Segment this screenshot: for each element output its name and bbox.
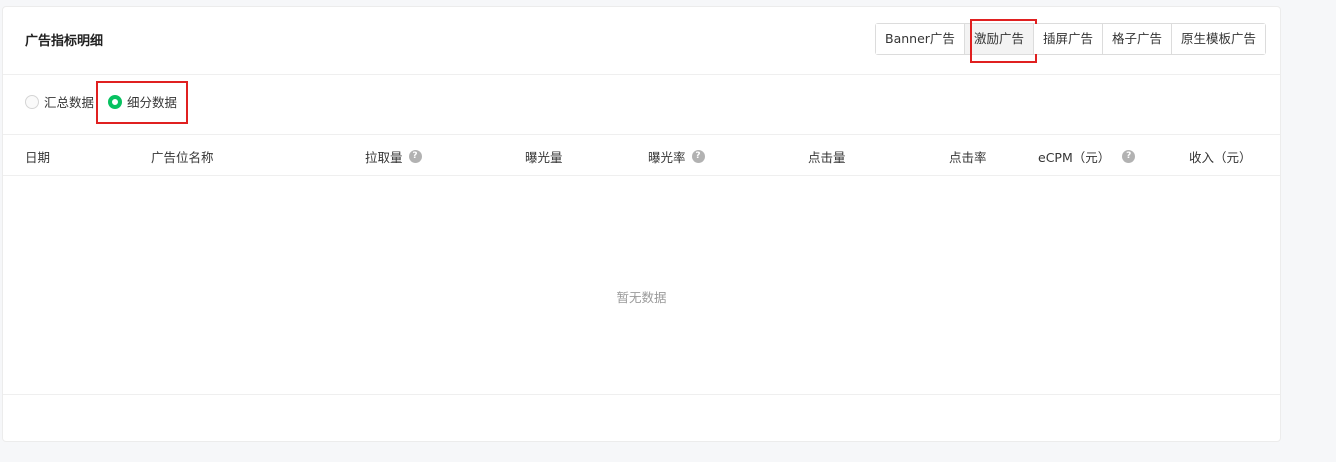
radio-detailed-label: 细分数据 [127,95,178,110]
ad-type-tabs: Banner广告 激励广告 插屏广告 格子广告 原生模板广告 [875,19,1266,63]
radio-unchecked-icon[interactable] [25,94,39,109]
table-footer-divider [3,394,1280,395]
column-date[interactable]: 日期 [25,147,50,166]
column-requests[interactable]: 拉取量 ? [365,147,422,166]
radio-summary-data[interactable]: 汇总数据 [25,92,94,111]
column-revenue-label: 收入（元） [1189,150,1252,165]
tab-interstitial-ad[interactable]: 插屏广告 [1032,24,1102,54]
radio-summary-label: 汇总数据 [44,95,95,110]
radio-checked-icon[interactable] [108,94,123,109]
column-impressions[interactable]: 曝光量 [525,147,563,166]
column-ad-unit-name[interactable]: 广告位名称 [151,147,214,166]
tab-banner-ad[interactable]: Banner广告 [876,24,964,54]
column-impressions-label: 曝光量 [525,150,563,165]
column-click-rate-label: 点击率 [949,150,987,165]
column-ad-unit-name-label: 广告位名称 [151,150,214,165]
column-clicks[interactable]: 点击量 [808,147,846,166]
column-impression-rate-label: 曝光率 [648,150,686,165]
table-empty-state: 暂无数据 [616,290,667,305]
column-click-rate[interactable]: 点击率 [949,147,987,166]
panel-header: 广告指标明细 Banner广告 激励广告 插屏广告 格子广告 原生模板广告 [3,7,1280,75]
column-revenue[interactable]: 收入（元） [1189,147,1252,166]
question-circle-icon[interactable]: ? [1122,150,1136,163]
column-date-label: 日期 [25,150,51,165]
column-clicks-label: 点击量 [808,150,846,165]
tab-grid-ad[interactable]: 格子广告 [1101,24,1171,54]
radio-detailed-data[interactable]: 细分数据 [96,81,189,124]
question-circle-icon[interactable]: ? [691,150,705,163]
column-ecpm[interactable]: eCPM（元） ? [1038,147,1136,166]
column-ecpm-label: eCPM（元） [1038,150,1111,165]
data-mode-radio-group: 汇总数据 细分数据 [25,81,191,124]
table-header: 日期 广告位名称 拉取量 ? 曝光量 曝光率 ? 点击量 点击率 eCPM（元）… [3,134,1280,176]
question-circle-icon[interactable]: ? [408,150,422,163]
column-requests-label: 拉取量 [365,150,403,165]
tab-native-template-ad[interactable]: 原生模板广告 [1170,24,1265,54]
column-impression-rate[interactable]: 曝光率 ? [648,147,705,166]
tab-rewarded-ad[interactable]: 激励广告 [963,19,1037,63]
ad-metrics-panel: 广告指标明细 Banner广告 激励广告 插屏广告 格子广告 原生模板广告 汇总… [2,6,1281,442]
panel-title: 广告指标明细 [25,34,104,49]
